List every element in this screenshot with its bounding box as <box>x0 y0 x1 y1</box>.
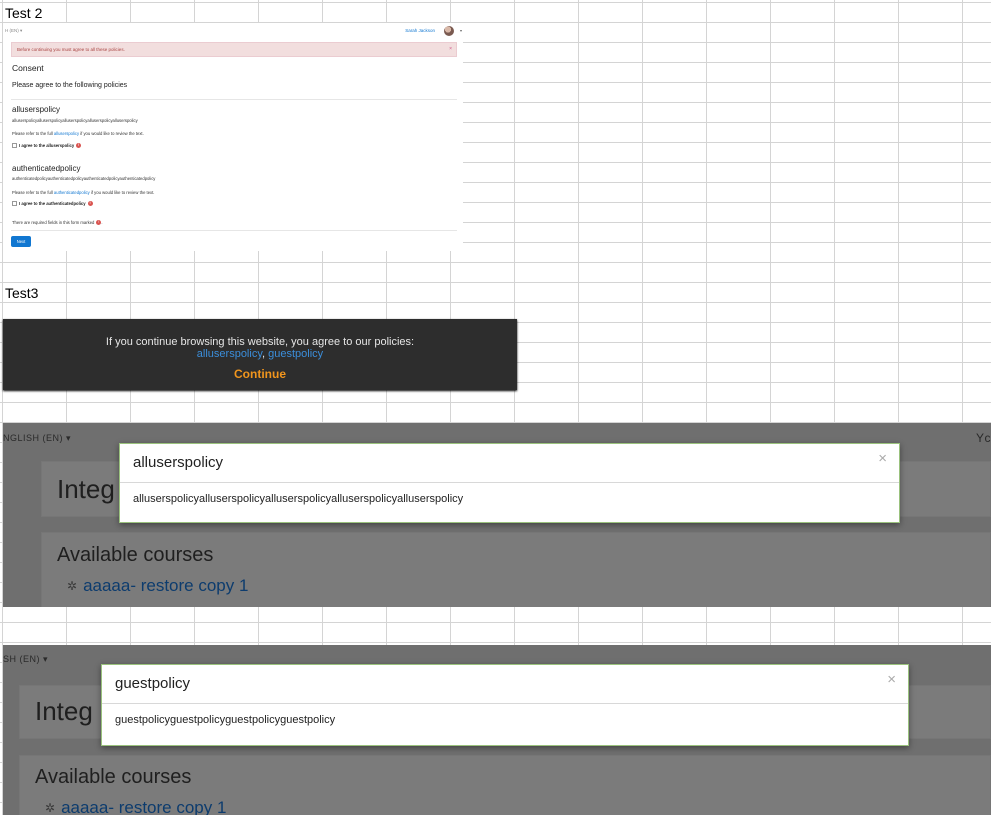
banner-message: If you continue browsing this website, y… <box>105 336 415 348</box>
avatar[interactable] <box>444 26 454 36</box>
courses-card: Available courses ✲ aaaaa- restore copy 1 <box>19 755 991 815</box>
policy-text: authenticatedpolicyauthenticatedpolicyau… <box>12 176 156 181</box>
agree-label[interactable]: I agree to the alluserspolicy <box>19 143 74 148</box>
close-icon[interactable]: × <box>449 43 452 56</box>
required-note-end: . <box>101 220 103 225</box>
policy-modal: alluserspolicy × alluserspolicyallusersp… <box>119 443 900 523</box>
alert-text: Before continuing you must agree to all … <box>17 47 125 52</box>
policy-text: alluserspolicyalluserspolicyalluserspoli… <box>12 118 138 123</box>
language-menu[interactable]: NGLISH (EN) ▾ <box>3 433 71 444</box>
consent-alert: Before continuing you must agree to all … <box>11 42 457 57</box>
page-subtitle: Please agree to the following policies <box>12 82 128 89</box>
policy-reference: Please refer to the full alluserspolicy … <box>12 131 144 136</box>
course-link[interactable]: ✲ aaaaa- restore copy 1 <box>45 798 226 815</box>
agree-checkbox-row[interactable]: I agree to the authenticatedpolicy! <box>12 201 93 207</box>
navbar: H (EN) ▾ Sarah Jackson ▾ <box>3 23 463 38</box>
banner-links: alluserspolicy, guestpolicy <box>3 348 517 360</box>
close-icon[interactable]: × <box>887 671 896 688</box>
policy-reference: Please refer to the full authenticatedpo… <box>12 190 154 195</box>
continue-button[interactable]: Continue <box>3 367 517 381</box>
course-name[interactable]: aaaaa- restore copy 1 <box>61 798 226 815</box>
chevron-down-icon[interactable]: ▾ <box>460 28 462 33</box>
modal-header: guestpolicy × <box>102 665 908 704</box>
policy-name: alluserspolicy <box>12 105 61 114</box>
cell-label-test3: Test3 <box>5 285 39 301</box>
modal-body: guestpolicyguestpolicyguestpolicyguestpo… <box>115 714 336 726</box>
course-icon: ✲ <box>45 801 56 815</box>
courses-card: Available courses ✲ aaaaa- restore copy 1 <box>41 532 991 607</box>
modal-title: guestpolicy <box>115 675 191 692</box>
policy-link-guestpolicy[interactable]: guestpolicy <box>268 348 323 360</box>
required-note: There are required fields in this form m… <box>12 220 103 226</box>
language-menu[interactable]: H (EN) ▾ <box>5 28 22 34</box>
user-name[interactable]: Sarah Jackson <box>405 28 435 33</box>
agree-label[interactable]: I agree to the authenticatedpolicy <box>19 201 86 206</box>
policy-link-alluserspolicy[interactable]: alluserspolicy <box>197 348 262 360</box>
reference-prefix: Please refer to the full <box>12 190 54 195</box>
consent-page-screenshot: H (EN) ▾ Sarah Jackson ▾ Before continui… <box>3 23 463 251</box>
policy-link[interactable]: alluserspolicy <box>54 131 79 136</box>
reference-suffix: if you would like to review the text. <box>79 131 144 136</box>
agree-checkbox[interactable] <box>12 201 17 207</box>
agree-checkbox[interactable] <box>12 143 17 149</box>
modal-header: alluserspolicy × <box>120 444 899 483</box>
modal-title: alluserspolicy <box>133 454 224 471</box>
policy-modal: guestpolicy × guestpolicyguestpolicygues… <box>101 664 909 746</box>
available-courses-heading: Available courses <box>35 766 192 788</box>
cell-label-test2: Test 2 <box>5 5 43 21</box>
next-button[interactable]: Next <box>11 236 31 247</box>
divider <box>11 230 457 231</box>
required-icon: ! <box>76 143 82 149</box>
reference-prefix: Please refer to the full <box>12 131 54 136</box>
policy-banner: If you continue browsing this website, y… <box>3 319 517 390</box>
site-title: Integ <box>35 696 93 726</box>
policy-modal-screenshot-2: SH (EN) ▾ Integ Available courses ✲ aaaaa… <box>3 645 991 815</box>
close-icon[interactable]: × <box>878 450 887 467</box>
policy-name: authenticatedpolicy <box>12 164 81 173</box>
policy-link[interactable]: authenticatedpolicy <box>54 190 90 195</box>
divider <box>11 99 457 100</box>
course-name[interactable]: aaaaa- restore copy 1 <box>83 576 248 595</box>
available-courses-heading: Available courses <box>57 544 214 566</box>
policy-modal-screenshot-1: NGLISH (EN) ▾ Yc Integ Available courses… <box>3 423 991 607</box>
course-link[interactable]: ✲ aaaaa- restore copy 1 <box>67 576 248 596</box>
site-title: Integ <box>57 474 115 504</box>
agree-checkbox-row[interactable]: I agree to the alluserspolicy! <box>12 143 82 149</box>
modal-body: alluserspolicyalluserspolicyalluserspoli… <box>133 493 464 505</box>
required-note-text: There are required fields in this form m… <box>12 220 95 225</box>
reference-suffix: if you would like to review the text. <box>89 190 155 195</box>
page-title: Consent <box>12 63 44 73</box>
header-cut-text: Yc <box>975 431 991 445</box>
course-icon: ✲ <box>67 579 78 593</box>
required-icon: ! <box>87 201 93 207</box>
language-menu[interactable]: SH (EN) ▾ <box>3 654 48 665</box>
